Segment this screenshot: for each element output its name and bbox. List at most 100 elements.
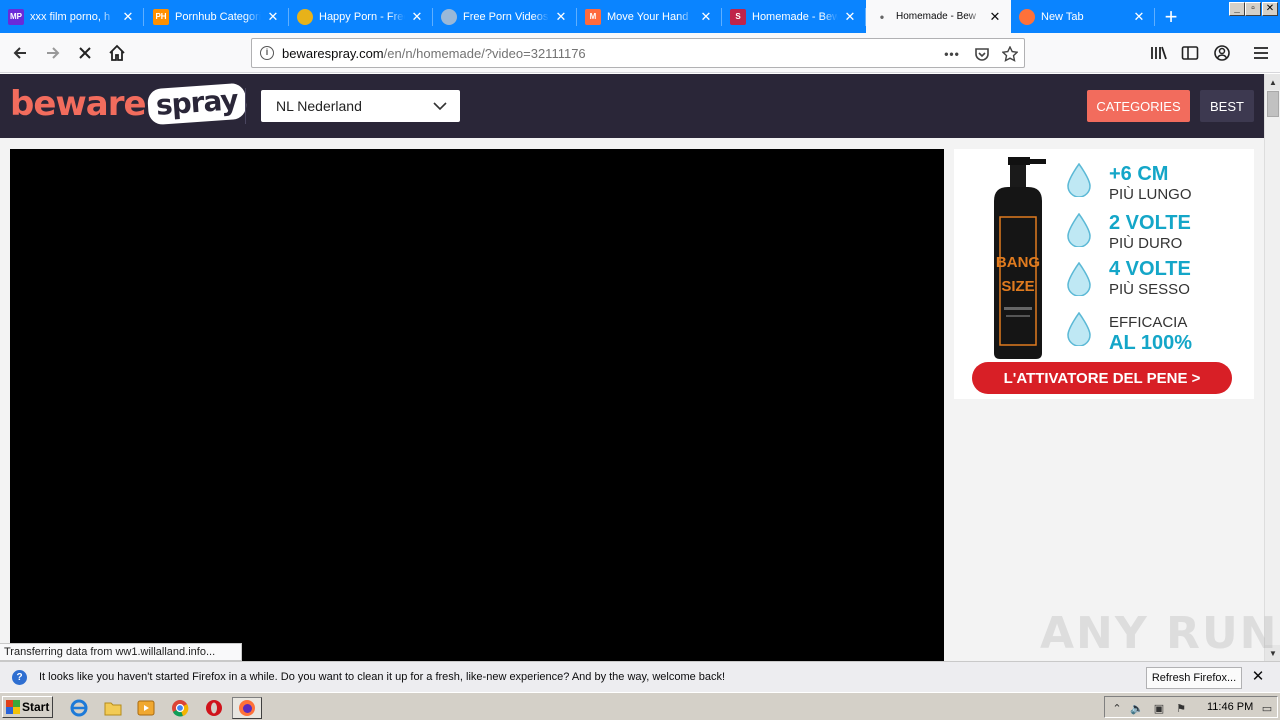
url-host: bewarespray.com	[282, 45, 384, 61]
ad-banner[interactable]: BANG SIZE +6 CM PIÙ LUNGO 2 VOLTE PIÙ DU…	[954, 149, 1254, 399]
tab-favicon-icon: M	[585, 8, 601, 25]
logo-text-beware: beware	[10, 84, 147, 124]
site-header: beware spray NL Nederland CATEGORIES BES…	[0, 74, 1264, 138]
tab-title: xxx film porno, h	[30, 10, 111, 23]
media-player-icon[interactable]	[134, 697, 158, 719]
ad-claim-1-small: PIÙ LUNGO	[1109, 186, 1192, 203]
tab[interactable]: M Move Your Hand ✕	[577, 0, 722, 33]
best-button[interactable]: BEST	[1200, 90, 1254, 122]
library-button[interactable]	[1144, 38, 1174, 68]
close-window-button[interactable]: ✕	[1262, 2, 1278, 16]
page-scrollbar[interactable]: ▲ ▼	[1264, 74, 1280, 661]
close-icon[interactable]: ✕	[1250, 669, 1266, 685]
ad-claim-2-big: 2 VOLTE	[1109, 212, 1191, 234]
sidebar-icon	[1181, 46, 1199, 60]
tab-title: New Tab	[1041, 10, 1084, 23]
page-content: BANG SIZE +6 CM PIÙ LUNGO 2 VOLTE PIÙ DU…	[0, 138, 1264, 661]
tab-close-icon[interactable]: ✕	[553, 9, 569, 25]
pocket-icon[interactable]	[972, 44, 992, 64]
tab[interactable]: MP xxx film porno, h ✕	[0, 0, 144, 33]
tab-favicon-icon	[441, 8, 457, 25]
chevron-down-icon	[433, 102, 447, 111]
back-button[interactable]	[5, 38, 35, 68]
tab-close-icon[interactable]: ✕	[120, 9, 136, 25]
tab-active[interactable]: • Homemade - Bew ✕	[866, 0, 1011, 33]
start-button[interactable]: Start	[2, 696, 53, 718]
folder-icon[interactable]	[101, 697, 125, 719]
menu-button[interactable]	[1246, 38, 1276, 68]
tab-title: Pornhub Categori	[175, 10, 261, 23]
tab-close-icon[interactable]: ✕	[987, 9, 1003, 25]
ie-icon[interactable]	[67, 697, 91, 719]
chrome-icon[interactable]	[168, 697, 192, 719]
tab-separator	[143, 8, 144, 26]
opera-icon[interactable]	[202, 697, 226, 719]
ad-cta-button[interactable]: L'ATTIVATORE DEL PENE >	[972, 362, 1232, 394]
tray-expand-icon[interactable]: ⌃	[1109, 700, 1125, 716]
tab[interactable]: Happy Porn - Free ✕	[289, 0, 433, 33]
tab[interactable]: S Homemade - Bew ✕	[722, 0, 866, 33]
notification-text: It looks like you haven't started Firefo…	[39, 671, 726, 683]
refresh-firefox-button[interactable]: Refresh Firefox...	[1146, 667, 1242, 689]
forward-button[interactable]	[38, 38, 68, 68]
tab-close-icon[interactable]: ✕	[409, 9, 425, 25]
firefox-icon[interactable]	[232, 697, 262, 719]
account-button[interactable]	[1207, 38, 1237, 68]
volume-icon[interactable]: 🔈	[1129, 700, 1145, 716]
tab-title: Homemade - Bew	[752, 10, 838, 23]
tab-title: Homemade - Bew	[896, 11, 977, 22]
language-select[interactable]: NL Nederland	[261, 90, 460, 122]
video-player[interactable]	[10, 149, 944, 661]
home-icon	[109, 44, 125, 61]
restore-button[interactable]: ▫	[1245, 2, 1261, 16]
sidebar-button[interactable]	[1175, 38, 1205, 68]
windows-logo-icon	[6, 700, 20, 714]
ad-claim-3-big: 4 VOLTE	[1109, 258, 1191, 280]
show-desktop-icon[interactable]: ▭	[1259, 700, 1275, 716]
tab-close-icon[interactable]: ✕	[842, 9, 858, 25]
water-drop-icon	[1067, 213, 1091, 247]
page-actions-icon[interactable]: •••	[942, 44, 962, 64]
tab[interactable]: PH Pornhub Categori ✕	[145, 0, 289, 33]
tab[interactable]: New Tab ✕	[1011, 0, 1155, 33]
system-tray: ⌃ 🔈 ▣ ⚑ 11:46 PM ▭	[1104, 696, 1278, 718]
network-icon[interactable]: ▣	[1151, 700, 1167, 716]
categories-button[interactable]: CATEGORIES	[1087, 90, 1190, 122]
ad-claim-2-small: PIÙ DURO	[1109, 235, 1183, 252]
home-button[interactable]	[102, 38, 132, 68]
ad-claim-4-small: EFFICACIA	[1109, 314, 1188, 331]
plus-icon: +	[1164, 4, 1178, 29]
scroll-up-arrow-icon[interactable]: ▲	[1265, 74, 1280, 90]
tab-close-icon[interactable]: ✕	[698, 9, 714, 25]
water-drop-icon	[1067, 262, 1091, 296]
tab-separator	[1154, 8, 1155, 26]
minimize-button[interactable]: _	[1229, 2, 1245, 16]
tab-favicon-icon: MP	[8, 8, 24, 25]
language-select-value: NL Nederland	[276, 98, 362, 114]
tab-close-icon[interactable]: ✕	[265, 9, 281, 25]
info-icon[interactable]: i	[260, 46, 274, 60]
stop-button[interactable]	[70, 38, 100, 68]
tab-close-icon[interactable]: ✕	[1131, 9, 1147, 25]
start-label: Start	[22, 700, 50, 714]
library-icon	[1151, 46, 1167, 60]
bottle-brand-bottom: SIZE	[1001, 278, 1034, 295]
hamburger-menu-icon	[1254, 47, 1268, 59]
tab[interactable]: Free Porn Videos ✕	[433, 0, 577, 33]
bookmark-star-icon[interactable]	[1000, 44, 1020, 64]
stop-x-icon	[79, 47, 91, 59]
tab-favicon-icon: •	[879, 9, 885, 24]
navigation-toolbar: i bewarespray.com/en/n/homemade/?video=3…	[0, 33, 1280, 73]
bottle-brand-top: BANG	[996, 254, 1040, 271]
flag-icon[interactable]: ⚑	[1173, 700, 1189, 716]
site-logo[interactable]: beware spray	[10, 82, 247, 126]
new-tab-button[interactable]: +	[1158, 4, 1184, 30]
scrollbar-thumb[interactable]	[1267, 91, 1279, 117]
notification-bar: ? It looks like you haven't started Fire…	[0, 661, 1280, 692]
url-path: /en/n/homemade/?video=32111176	[383, 45, 586, 61]
clock: 11:46 PM	[1207, 701, 1254, 713]
forward-arrow-icon	[47, 47, 60, 59]
account-icon	[1214, 45, 1230, 61]
watermark: ANY RUN	[1040, 608, 1279, 659]
url-bar[interactable]: i bewarespray.com/en/n/homemade/?video=3…	[251, 38, 1025, 68]
